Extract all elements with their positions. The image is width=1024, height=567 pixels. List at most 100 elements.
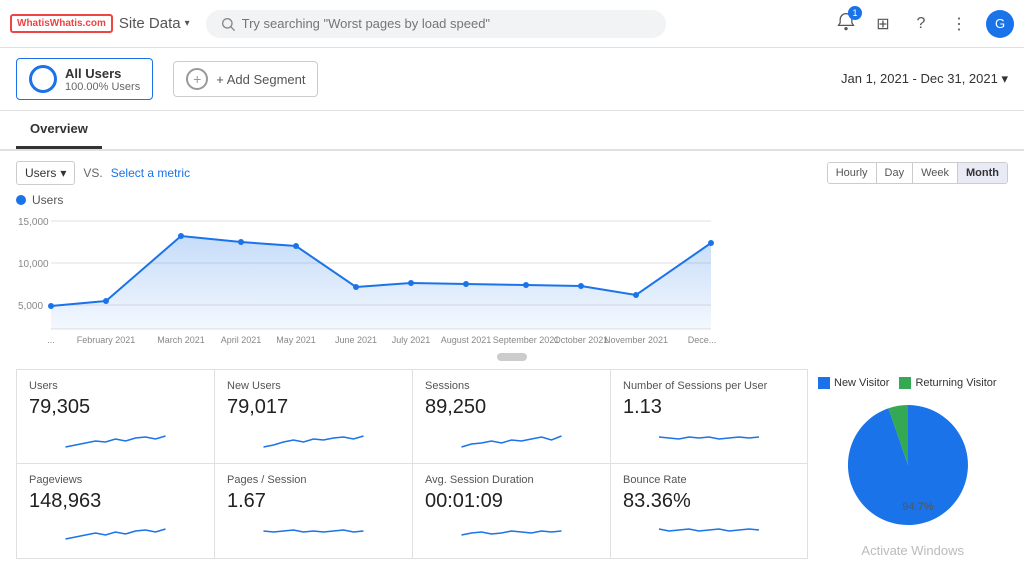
- search-bar[interactable]: [206, 10, 666, 38]
- pie-legend-label-new: New Visitor: [834, 377, 889, 389]
- pie-legend-new: New Visitor: [818, 377, 889, 389]
- tabs-bar: Overview: [0, 111, 1024, 151]
- segment-info: All Users 100.00% Users: [65, 66, 140, 93]
- mini-chart-avg-duration: [425, 517, 598, 545]
- stat-bounce-rate: Bounce Rate 83.36%: [610, 463, 808, 559]
- add-icon: +: [186, 68, 208, 90]
- time-btn-day[interactable]: Day: [877, 163, 914, 183]
- mini-chart-pageviews: [29, 517, 202, 545]
- all-users-segment[interactable]: All Users 100.00% Users: [16, 58, 153, 100]
- notification-badge: 1: [848, 6, 862, 20]
- segment-circle: [29, 65, 57, 93]
- svg-text:February 2021: February 2021: [77, 335, 136, 345]
- search-icon: [220, 16, 236, 32]
- svg-text:June 2021: June 2021: [335, 335, 377, 345]
- stat-value-new-users: 79,017: [227, 396, 400, 419]
- pie-legend-returning: Returning Visitor: [899, 377, 996, 389]
- stat-label-bounce-rate: Bounce Rate: [623, 474, 795, 486]
- chart-controls-left: Users ▾ VS. Select a metric: [16, 161, 190, 185]
- stats-row-1: Users 79,305 New Users 79,017 Sessions 8…: [16, 369, 808, 464]
- stat-sessions: Sessions 89,250: [412, 369, 610, 464]
- svg-text:May 2021: May 2021: [276, 335, 316, 345]
- stat-value-sessions-per-user: 1.13: [623, 396, 795, 419]
- stat-sessions-per-user: Number of Sessions per User 1.13: [610, 369, 808, 464]
- app-header: WhatisWhatis.com Site Data ▾ 1 ⊞ ? ⋮ G: [0, 0, 1024, 48]
- segment-label: All Users: [65, 66, 140, 81]
- mini-chart-new-users: [227, 423, 400, 451]
- stat-label-pages-session: Pages / Session: [227, 474, 400, 486]
- pie-chart: 94.7%: [818, 395, 998, 535]
- mini-chart-bounce-rate: [623, 517, 795, 545]
- more-icon[interactable]: ⋮: [948, 13, 970, 35]
- pie-legend-color-new: [818, 377, 830, 389]
- segment-sub: 100.00% Users: [65, 81, 140, 93]
- tab-overview[interactable]: Overview: [16, 111, 102, 149]
- pie-svg: 94.7%: [828, 395, 988, 535]
- svg-text:10,000: 10,000: [18, 259, 49, 270]
- stat-pageviews: Pageviews 148,963: [16, 463, 214, 559]
- stat-label-sessions: Sessions: [425, 380, 598, 392]
- notification-button[interactable]: 1: [836, 12, 856, 35]
- metric-selector[interactable]: Users ▾: [16, 161, 75, 185]
- vs-label: VS.: [83, 166, 102, 180]
- stats-section: Users 79,305 New Users 79,017 Sessions 8…: [0, 361, 1024, 567]
- segment-bar: All Users 100.00% Users + + Add Segment …: [0, 48, 1024, 111]
- time-range-buttons: Hourly Day Week Month: [827, 162, 1008, 184]
- svg-text:November 2021: November 2021: [604, 335, 668, 345]
- mini-chart-pages-session: [227, 517, 400, 545]
- chart-scroll-handle[interactable]: [497, 353, 527, 361]
- svg-text:5,000: 5,000: [18, 301, 43, 312]
- stat-label-pageviews: Pageviews: [29, 474, 202, 486]
- stat-avg-duration: Avg. Session Duration 00:01:09: [412, 463, 610, 559]
- svg-text:August 2021: August 2021: [441, 335, 492, 345]
- stat-label-new-users: New Users: [227, 380, 400, 392]
- stat-label-users: Users: [29, 380, 202, 392]
- stat-users: Users 79,305: [16, 369, 214, 464]
- time-btn-hourly[interactable]: Hourly: [828, 163, 877, 183]
- select-metric-link[interactable]: Select a metric: [111, 166, 190, 180]
- grid-icon[interactable]: ⊞: [872, 13, 894, 35]
- stat-value-sessions: 89,250: [425, 396, 598, 419]
- legend-label: Users: [32, 193, 63, 207]
- site-data-label: Site Data: [119, 15, 181, 32]
- date-range[interactable]: Jan 1, 2021 - Dec 31, 2021 ▾: [841, 71, 1008, 87]
- stats-grid: Users 79,305 New Users 79,017 Sessions 8…: [16, 369, 808, 559]
- svg-text:15,000: 15,000: [18, 217, 49, 228]
- chevron-down-icon: ▾: [60, 166, 66, 180]
- svg-text:September 2021: September 2021: [493, 335, 560, 345]
- chevron-down-icon: ▾: [185, 18, 190, 29]
- svg-text:...: ...: [47, 335, 55, 345]
- mini-chart-sessions-per-user: [623, 423, 795, 451]
- search-input[interactable]: [242, 16, 652, 31]
- chart-controls: Users ▾ VS. Select a metric Hourly Day W…: [16, 161, 1008, 185]
- logo: WhatisWhatis.com: [10, 14, 113, 33]
- header-icons: 1 ⊞ ? ⋮ G: [836, 10, 1014, 38]
- stat-value-bounce-rate: 83.36%: [623, 490, 795, 513]
- legend-dot: [16, 195, 26, 205]
- pie-legend-label-returning: Returning Visitor: [915, 377, 996, 389]
- svg-text:94.7%: 94.7%: [902, 501, 933, 513]
- stats-row-2: Pageviews 148,963 Pages / Session 1.67 A…: [16, 463, 808, 559]
- time-btn-week[interactable]: Week: [913, 163, 958, 183]
- svg-text:July 2021: July 2021: [392, 335, 431, 345]
- mini-chart-sessions: [425, 423, 598, 451]
- chart-area: Users ▾ VS. Select a metric Hourly Day W…: [0, 151, 1024, 361]
- stat-value-pages-session: 1.67: [227, 490, 400, 513]
- chart-svg: 15,000 10,000 5,000: [16, 211, 716, 351]
- pie-section: New Visitor Returning Visitor: [808, 369, 1008, 559]
- stat-label-avg-duration: Avg. Session Duration: [425, 474, 598, 486]
- metric-label: Users: [25, 166, 56, 180]
- stat-value-avg-duration: 00:01:09: [425, 490, 598, 513]
- line-chart: 15,000 10,000 5,000: [16, 211, 1008, 361]
- add-segment-button[interactable]: + + Add Segment: [173, 61, 318, 97]
- chevron-down-icon: ▾: [1001, 71, 1008, 86]
- svg-text:Dece...: Dece...: [688, 335, 716, 345]
- time-btn-month[interactable]: Month: [958, 163, 1007, 183]
- stat-value-pageviews: 148,963: [29, 490, 202, 513]
- account-icon[interactable]: G: [986, 10, 1014, 38]
- help-icon[interactable]: ?: [910, 13, 932, 35]
- add-segment-label: + Add Segment: [216, 72, 305, 87]
- site-data-selector[interactable]: Site Data ▾: [119, 15, 190, 32]
- chart-legend: Users: [16, 193, 1008, 207]
- pie-legend: New Visitor Returning Visitor: [818, 377, 998, 389]
